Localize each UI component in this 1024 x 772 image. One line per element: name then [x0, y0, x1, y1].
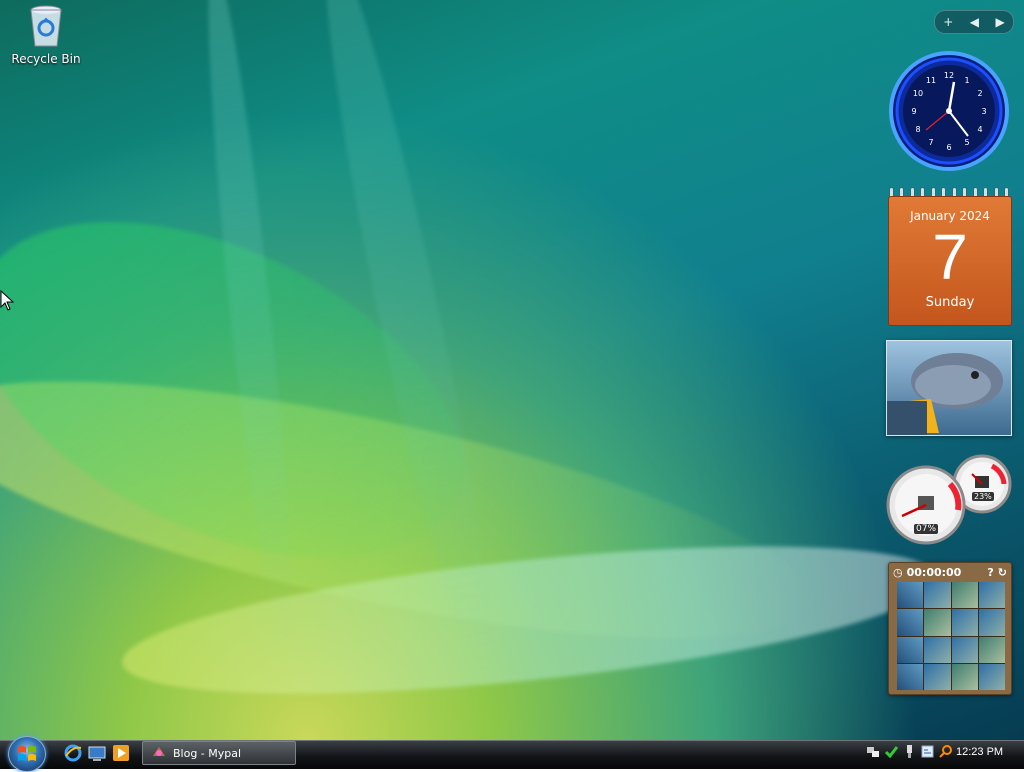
windows-logo-icon	[18, 746, 36, 761]
defender-icon[interactable]	[884, 744, 899, 759]
puzzle-toolbar: ◷ 00:00:00 ? ↻	[889, 563, 1011, 581]
svg-text:6: 6	[946, 143, 951, 152]
taskbar-button-label: Blog - Mypal	[173, 746, 242, 760]
clock-gadget[interactable]: 12 1 2 3 45 6 78 9 10 11	[888, 50, 1010, 172]
system-tray	[866, 744, 953, 759]
network-icon[interactable]	[866, 744, 881, 759]
cpu-meter-gadget[interactable]: 07% 23%	[886, 454, 1012, 548]
puzzle-tile[interactable]	[951, 636, 978, 663]
puzzle-tile[interactable]	[924, 609, 951, 636]
taskbar-clock[interactable]: 12:23 PM	[956, 746, 1016, 758]
desktop-icon-recycle-bin[interactable]: Recycle Bin	[8, 4, 84, 66]
svg-text:9: 9	[911, 107, 916, 116]
start-button[interactable]	[8, 736, 46, 772]
svg-text:4: 4	[977, 125, 982, 134]
internet-explorer-icon[interactable]	[64, 744, 82, 762]
recycle-bin-icon	[29, 4, 63, 48]
puzzle-tile[interactable]	[924, 582, 951, 609]
puzzle-timer: 00:00:00	[906, 565, 962, 579]
next-page-button[interactable]: ▶	[996, 15, 1005, 29]
desktop-icon-label: Recycle Bin	[11, 52, 81, 66]
puzzle-tile[interactable]	[897, 609, 924, 636]
puzzle-tile[interactable]	[978, 582, 1005, 609]
puzzle-tile[interactable]	[978, 636, 1005, 663]
safely-remove-icon[interactable]	[902, 744, 917, 759]
show-desktop-icon[interactable]	[88, 744, 106, 762]
puzzle-tile[interactable]	[951, 582, 978, 609]
desktop[interactable]: Recycle Bin + ◀ ▶ 1212 345 678 91011	[0, 0, 1024, 740]
svg-text:2: 2	[977, 89, 982, 98]
fish-photo-icon	[887, 341, 1011, 435]
puzzle-tile[interactable]	[897, 663, 924, 690]
refresh-icon[interactable]: ↻	[998, 566, 1007, 579]
puzzle-tile[interactable]	[924, 663, 951, 690]
svg-text:10: 10	[913, 89, 923, 98]
svg-text:3: 3	[981, 107, 986, 116]
puzzle-tile[interactable]	[924, 636, 951, 663]
puzzle-tile[interactable]	[951, 663, 978, 690]
help-icon[interactable]: ?	[987, 566, 993, 579]
svg-text:5: 5	[964, 138, 969, 147]
puzzle-empty-slot	[897, 636, 924, 663]
picture-puzzle-gadget[interactable]: ◷ 00:00:00 ? ↻	[888, 562, 1012, 695]
cpu-usage: 07%	[914, 524, 939, 534]
mypal-browser-icon	[151, 744, 167, 763]
memory-usage: 23%	[972, 492, 994, 501]
taskbar-button-blog-mypal[interactable]: Blog - Mypal	[142, 741, 296, 765]
calendar-day: 7	[932, 221, 968, 293]
add-gadget-button[interactable]: +	[943, 15, 953, 29]
puzzle-grid[interactable]	[897, 582, 1005, 690]
sidebar-controls: + ◀ ▶	[934, 10, 1014, 34]
svg-text:12: 12	[944, 71, 954, 80]
calendar-weekday: Sunday	[925, 295, 975, 310]
clock-icon: ◷	[893, 565, 903, 579]
gauge-icon	[886, 454, 1012, 545]
slideshow-gadget[interactable]	[886, 340, 1012, 436]
prev-page-button[interactable]: ◀	[970, 15, 979, 29]
puzzle-tile[interactable]	[951, 609, 978, 636]
clock-face-icon: 12 12 3 45 6 78 9 1011	[889, 51, 1009, 171]
svg-text:7: 7	[928, 138, 933, 147]
puzzle-tile[interactable]	[897, 582, 924, 609]
mouse-cursor-icon	[0, 289, 15, 316]
calendar-gadget[interactable]: January 2024 7 Sunday	[886, 188, 1012, 326]
puzzle-tile[interactable]	[978, 663, 1005, 690]
quick-launch	[64, 744, 130, 762]
calendar-page: January 2024 7 Sunday	[888, 196, 1012, 326]
media-player-icon[interactable]	[112, 744, 130, 762]
svg-text:11: 11	[926, 76, 936, 85]
volume-icon[interactable]	[920, 744, 935, 759]
svg-text:1: 1	[964, 76, 969, 85]
puzzle-tile[interactable]	[978, 609, 1005, 636]
search-icon[interactable]	[938, 744, 953, 759]
svg-text:8: 8	[915, 125, 920, 134]
